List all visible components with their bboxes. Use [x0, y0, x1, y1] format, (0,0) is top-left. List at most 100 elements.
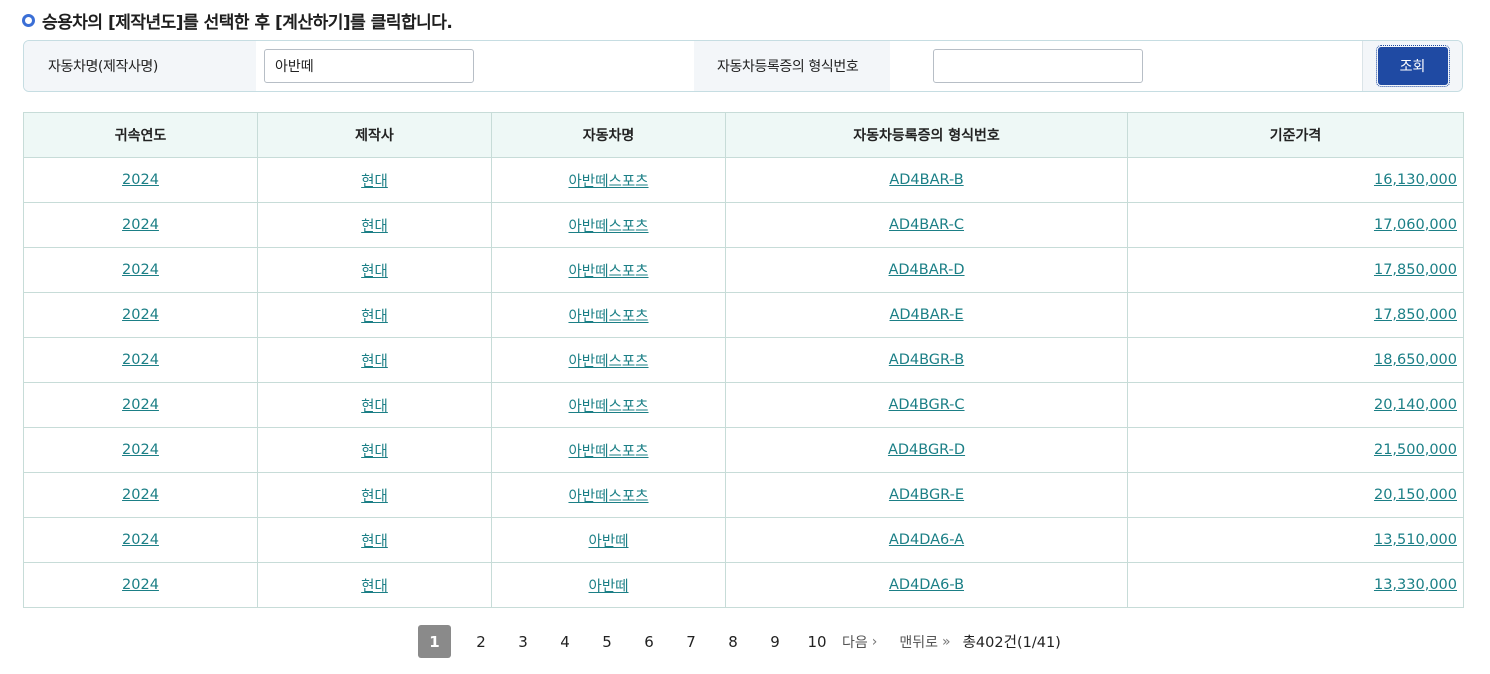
car-name-link[interactable]: 아반떼스포츠	[568, 399, 648, 415]
type-number-link[interactable]: AD4DA6-B	[889, 577, 964, 593]
year-link[interactable]: 2024	[122, 352, 159, 368]
year-link[interactable]: 2024	[122, 262, 159, 278]
year-link[interactable]: 2024	[122, 397, 159, 413]
double-chevron-right-icon: »	[942, 633, 951, 650]
type-number-link[interactable]: AD4BAR-D	[888, 262, 964, 278]
table-body: 2024 현대 아반떼스포츠 AD4BAR-B 16,130,000 2024 현대 아반떼스…	[23, 157, 1464, 608]
type-number-link[interactable]: AD4BGR-C	[888, 397, 964, 413]
next-page-link[interactable]: 다음 ›	[842, 632, 877, 652]
table-cell: 2024	[23, 292, 258, 338]
table-row: 2024 현대 아반떼스포츠 AD4BGR-B 18,650,000	[23, 337, 1464, 383]
maker-link[interactable]: 현대	[361, 219, 388, 235]
table-cell: 17,850,000	[1127, 292, 1464, 338]
table-cell: 2024	[23, 472, 258, 518]
car-name-link[interactable]: 아반떼스포츠	[568, 174, 648, 190]
car-name-link[interactable]: 아반떼스포츠	[568, 444, 648, 460]
year-link[interactable]: 2024	[122, 487, 159, 503]
price-link[interactable]: 20,150,000	[1374, 487, 1457, 503]
type-number-link[interactable]: AD4BGR-B	[889, 352, 964, 368]
heading-text: 승용차의 [제작년도]를 선택한 후 [계산하기]를 클릭합니다.	[42, 12, 453, 33]
maker-link[interactable]: 현대	[361, 534, 388, 550]
page-8-link[interactable]: 8	[712, 625, 754, 658]
year-link[interactable]: 2024	[122, 577, 159, 593]
type-number-link[interactable]: AD4BAR-E	[889, 307, 963, 323]
price-link[interactable]: 20,140,000	[1374, 397, 1457, 413]
section-heading: 승용차의 [제작년도]를 선택한 후 [계산하기]를 클릭합니다.	[22, 8, 453, 33]
car-name-link[interactable]: 아반떼스포츠	[568, 489, 648, 505]
maker-link[interactable]: 현대	[361, 579, 388, 595]
search-button-cell: 조회	[1362, 41, 1462, 91]
table-cell: AD4BGR-E	[725, 472, 1128, 518]
page-9-link[interactable]: 9	[754, 625, 796, 658]
last-page-link[interactable]: 맨뒤로»	[899, 632, 950, 652]
column-header: 자동차등록증의 형식번호	[725, 112, 1128, 158]
table-row: 2024 현대 아반떼 AD4DA6-A 13,510,000	[23, 517, 1464, 563]
page-3-link[interactable]: 3	[502, 625, 544, 658]
year-link[interactable]: 2024	[122, 532, 159, 548]
maker-link[interactable]: 현대	[361, 489, 388, 505]
table-cell: 20,150,000	[1127, 472, 1464, 518]
price-link[interactable]: 18,650,000	[1374, 352, 1457, 368]
page-1-link[interactable]: 1	[418, 625, 451, 658]
price-link[interactable]: 21,500,000	[1374, 442, 1457, 458]
table-cell: 아반떼스포츠	[491, 427, 726, 473]
price-link[interactable]: 17,850,000	[1374, 262, 1457, 278]
table-row: 2024 현대 아반떼 AD4DA6-B 13,330,000	[23, 562, 1464, 608]
price-link[interactable]: 13,330,000	[1374, 577, 1457, 593]
table-cell: 아반떼스포츠	[491, 382, 726, 428]
bullet-icon	[22, 13, 35, 27]
type-number-link[interactable]: AD4BAR-B	[889, 172, 963, 188]
table-cell: 2024	[23, 157, 258, 203]
pagination: 1 2 3 4 5 6 7 8 9 10 다음 › 맨뒤로» 총402건(1/41)	[418, 625, 1061, 658]
type-number-link[interactable]: AD4BGR-E	[889, 487, 964, 503]
price-link[interactable]: 13,510,000	[1374, 532, 1457, 548]
year-link[interactable]: 2024	[122, 172, 159, 188]
table-cell: 아반떼스포츠	[491, 157, 726, 203]
chevron-right-icon: ›	[871, 633, 878, 650]
search-button[interactable]: 조회	[1375, 45, 1450, 87]
table-cell: 현대	[257, 427, 492, 473]
results-table: 귀속연도 제작사 자동차명 자동차등록증의 형식번호 기준가격 2024 현대 아반떼스포츠…	[23, 112, 1464, 608]
table-cell: 현대	[257, 157, 492, 203]
table-cell: 현대	[257, 202, 492, 248]
table-cell: 2024	[23, 382, 258, 428]
type-number-link[interactable]: AD4BGR-D	[888, 442, 965, 458]
page-7-link[interactable]: 7	[670, 625, 712, 658]
table-cell: AD4BGR-D	[725, 427, 1128, 473]
maker-link[interactable]: 현대	[361, 444, 388, 460]
page-10-link[interactable]: 10	[796, 625, 838, 658]
type-number-link[interactable]: AD4BAR-C	[889, 217, 964, 233]
car-name-link[interactable]: 아반떼스포츠	[568, 309, 648, 325]
page-2-link[interactable]: 2	[460, 625, 502, 658]
maker-link[interactable]: 현대	[361, 309, 388, 325]
type-number-link[interactable]: AD4DA6-A	[889, 532, 964, 548]
car-name-input[interactable]	[264, 49, 474, 83]
car-name-link[interactable]: 아반떼스포츠	[568, 264, 648, 280]
page-6-link[interactable]: 6	[628, 625, 670, 658]
car-name-link[interactable]: 아반떼스포츠	[568, 219, 648, 235]
page-5-link[interactable]: 5	[586, 625, 628, 658]
maker-link[interactable]: 현대	[361, 264, 388, 280]
page-4-link[interactable]: 4	[544, 625, 586, 658]
last-label: 맨뒤로	[899, 634, 939, 651]
car-name-link[interactable]: 아반떼	[588, 534, 628, 550]
table-cell: AD4BGR-B	[725, 337, 1128, 383]
price-link[interactable]: 17,060,000	[1374, 217, 1457, 233]
table-row: 2024 현대 아반떼스포츠 AD4BAR-E 17,850,000	[23, 292, 1464, 338]
maker-link[interactable]: 현대	[361, 399, 388, 415]
year-link[interactable]: 2024	[122, 217, 159, 233]
price-link[interactable]: 17,850,000	[1374, 307, 1457, 323]
maker-link[interactable]: 현대	[361, 354, 388, 370]
type-number-input[interactable]	[933, 49, 1143, 83]
total-count: 총402건(1/41)	[962, 635, 1061, 651]
maker-link[interactable]: 현대	[361, 174, 388, 190]
year-link[interactable]: 2024	[122, 442, 159, 458]
table-cell: 2024	[23, 247, 258, 293]
column-header: 기준가격	[1127, 112, 1464, 158]
table-row: 2024 현대 아반떼스포츠 AD4BGR-E 20,150,000	[23, 472, 1464, 518]
year-link[interactable]: 2024	[122, 307, 159, 323]
price-link[interactable]: 16,130,000	[1374, 172, 1457, 188]
car-name-link[interactable]: 아반떼스포츠	[568, 354, 648, 370]
car-name-link[interactable]: 아반떼	[588, 579, 628, 595]
table-header-row: 귀속연도 제작사 자동차명 자동차등록증의 형식번호 기준가격	[23, 112, 1464, 158]
